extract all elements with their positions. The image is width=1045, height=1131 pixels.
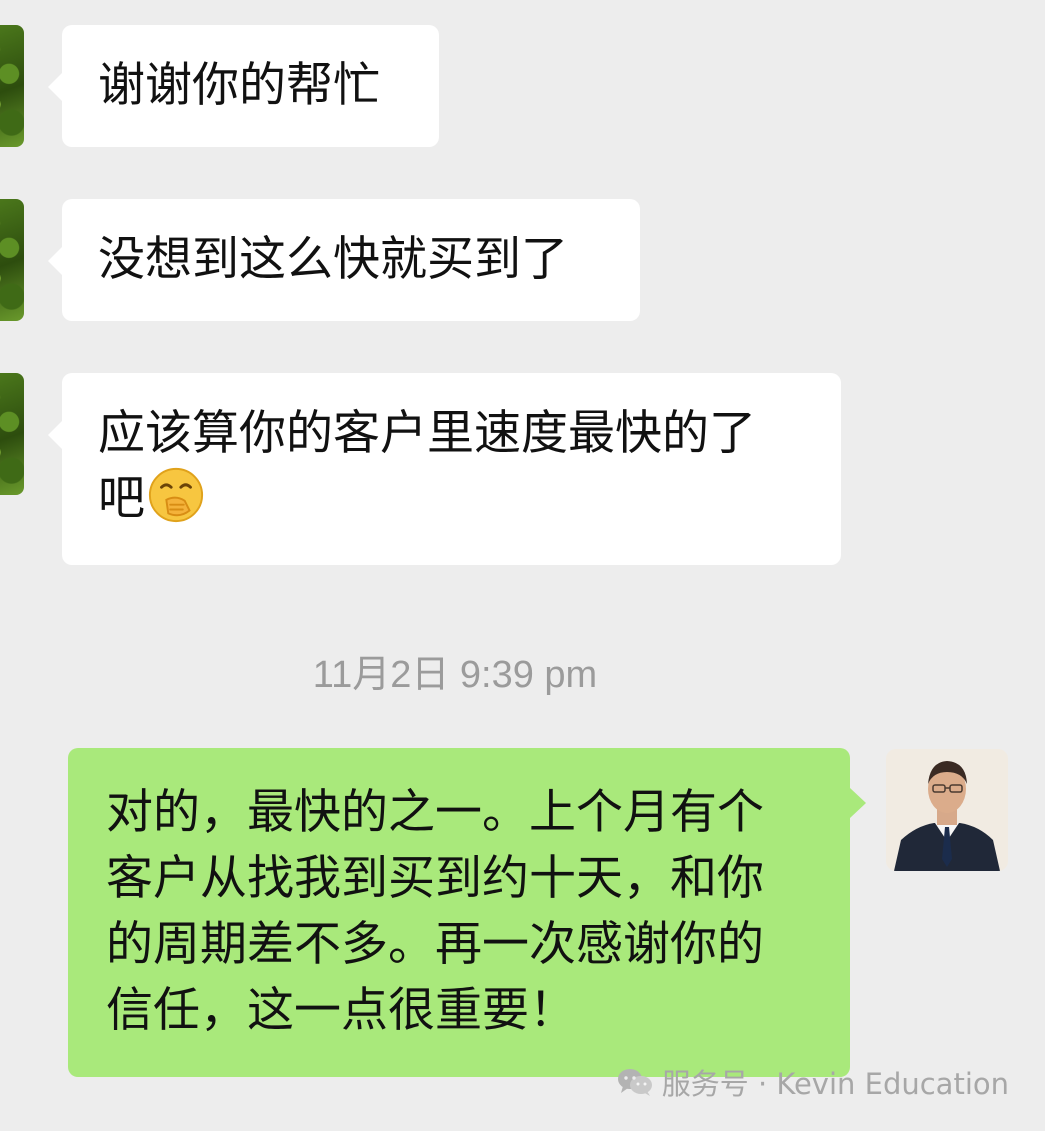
hand-over-mouth-emoji: [148, 467, 204, 523]
message-bubble[interactable]: 没想到这么快就买到了: [48, 199, 640, 321]
message-timestamp: 11月2日 9:39 pm: [312, 654, 598, 696]
message-bubble[interactable]: 谢谢你的帮忙: [48, 25, 439, 147]
message-bubble-outgoing[interactable]: 对的，最快的之一。上个月有个 客户从找我到买到约十天，和你 的周期差不多。再一次…: [68, 748, 866, 1077]
watermark-text: 服务号 · Kevin Education: [661, 1067, 1009, 1101]
message-bubble[interactable]: 应该算你的客户里速度最快的了 吧: [48, 373, 841, 565]
contact-avatar[interactable]: [0, 373, 24, 495]
contact-avatar[interactable]: [0, 199, 24, 321]
message-text: 谢谢你的帮忙: [98, 58, 380, 113]
message-text: 应该算你的客户里速度最快的了 吧: [98, 406, 756, 526]
watermark: 服务号 · Kevin Education: [616, 1061, 1009, 1103]
self-avatar[interactable]: [886, 749, 1008, 871]
message-text: 没想到这么快就买到了: [98, 232, 568, 287]
person-avatar-icon: [886, 749, 1008, 871]
message-text: 对的，最快的之一。上个月有个 客户从找我到买到约十天，和你 的周期差不多。再一次…: [106, 785, 764, 1038]
contact-avatar[interactable]: [0, 25, 24, 147]
wechat-icon: [617, 1069, 652, 1096]
